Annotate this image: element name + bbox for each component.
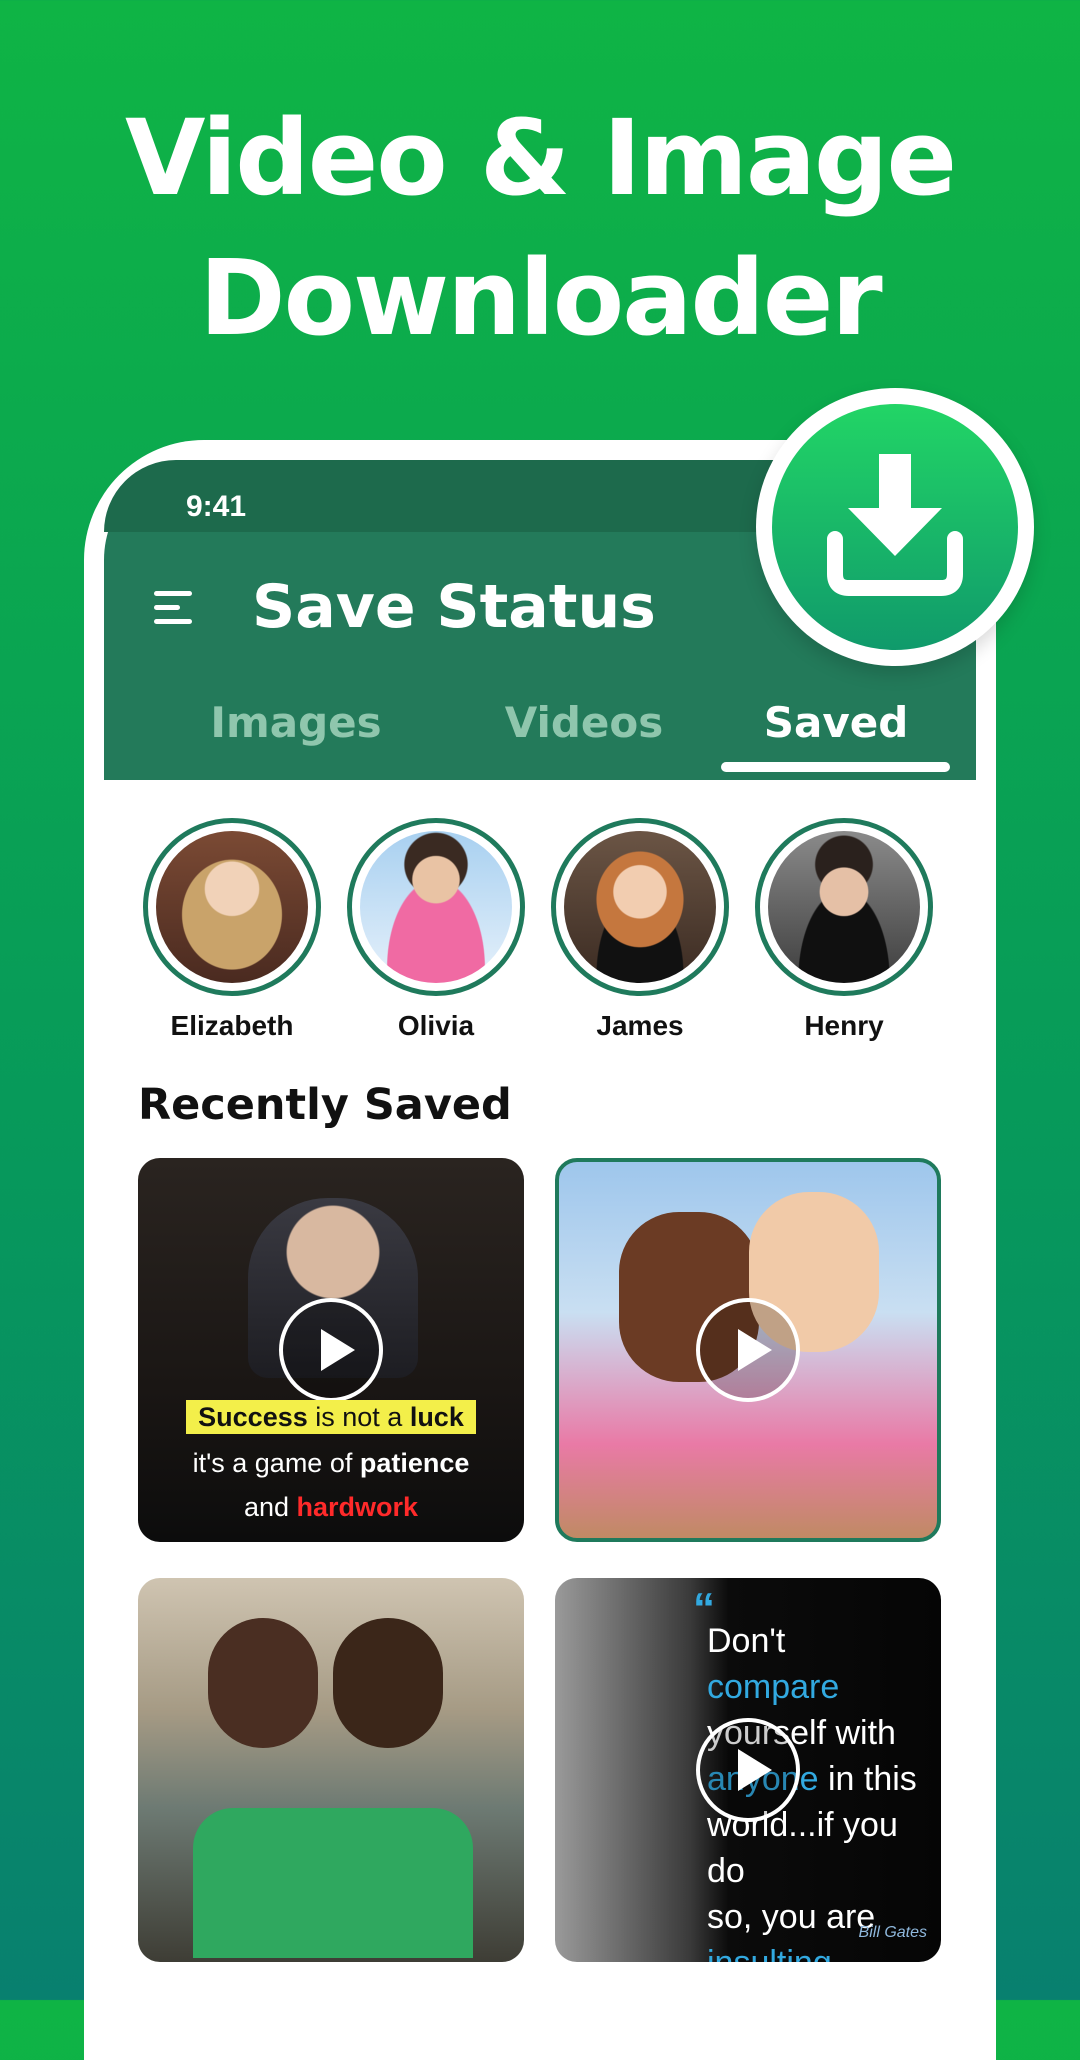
- saved-item-3[interactable]: [138, 1578, 524, 1962]
- caption-line-1: Success is not a luck: [138, 1400, 524, 1434]
- story-name: James: [596, 1010, 684, 1041]
- headline-line-2: Downloader: [199, 237, 882, 359]
- play-icon[interactable]: [696, 1718, 800, 1822]
- story-name: Olivia: [397, 1010, 475, 1041]
- story-elizabeth[interactable]: Elizabeth: [142, 818, 322, 1042]
- caption-line-2: it's a game of patience: [192, 1448, 470, 1478]
- app-title: Save Status: [252, 572, 656, 642]
- story-name: Henry: [804, 1010, 884, 1041]
- caption-line-3: and hardwork: [243, 1492, 419, 1522]
- story-james[interactable]: James: [550, 818, 730, 1042]
- green-clothing: [193, 1808, 473, 1958]
- play-icon[interactable]: [279, 1298, 383, 1402]
- play-icon[interactable]: [696, 1298, 800, 1402]
- download-badge[interactable]: [756, 388, 1034, 666]
- story-name: Elizabeth: [170, 1010, 294, 1041]
- saved-item-1[interactable]: Success is not a luck it's a game of pat…: [138, 1158, 524, 1542]
- saved-item-4[interactable]: “ Don't compare yourself with anyone in …: [555, 1578, 941, 1962]
- headline-line-1: Video & Image: [124, 97, 957, 219]
- saved-item-2[interactable]: [555, 1158, 941, 1542]
- status-time: 9:41: [186, 490, 247, 523]
- download-icon: [772, 404, 1018, 650]
- promo-headline: Video & Image Downloader: [0, 88, 1080, 368]
- tab-indicator: [721, 762, 950, 772]
- recently-saved-title: Recently Saved: [138, 1080, 512, 1130]
- story-henry[interactable]: Henry: [754, 818, 934, 1042]
- avatar: [360, 831, 512, 983]
- avatar: [564, 831, 716, 983]
- tab-videos[interactable]: Videos: [454, 698, 714, 747]
- story-olivia[interactable]: Olivia: [346, 818, 526, 1042]
- person-left: [208, 1618, 318, 1748]
- menu-icon[interactable]: [154, 585, 200, 631]
- phone-frame: 9:41 Save Status Images Videos Saved Eli…: [84, 440, 996, 2060]
- person-right: [333, 1618, 443, 1748]
- quote-author: Bill Gates: [858, 1924, 927, 1941]
- tab-saved[interactable]: Saved: [706, 698, 966, 747]
- avatar: [768, 831, 920, 983]
- tab-images[interactable]: Images: [166, 698, 426, 747]
- avatar: [156, 831, 308, 983]
